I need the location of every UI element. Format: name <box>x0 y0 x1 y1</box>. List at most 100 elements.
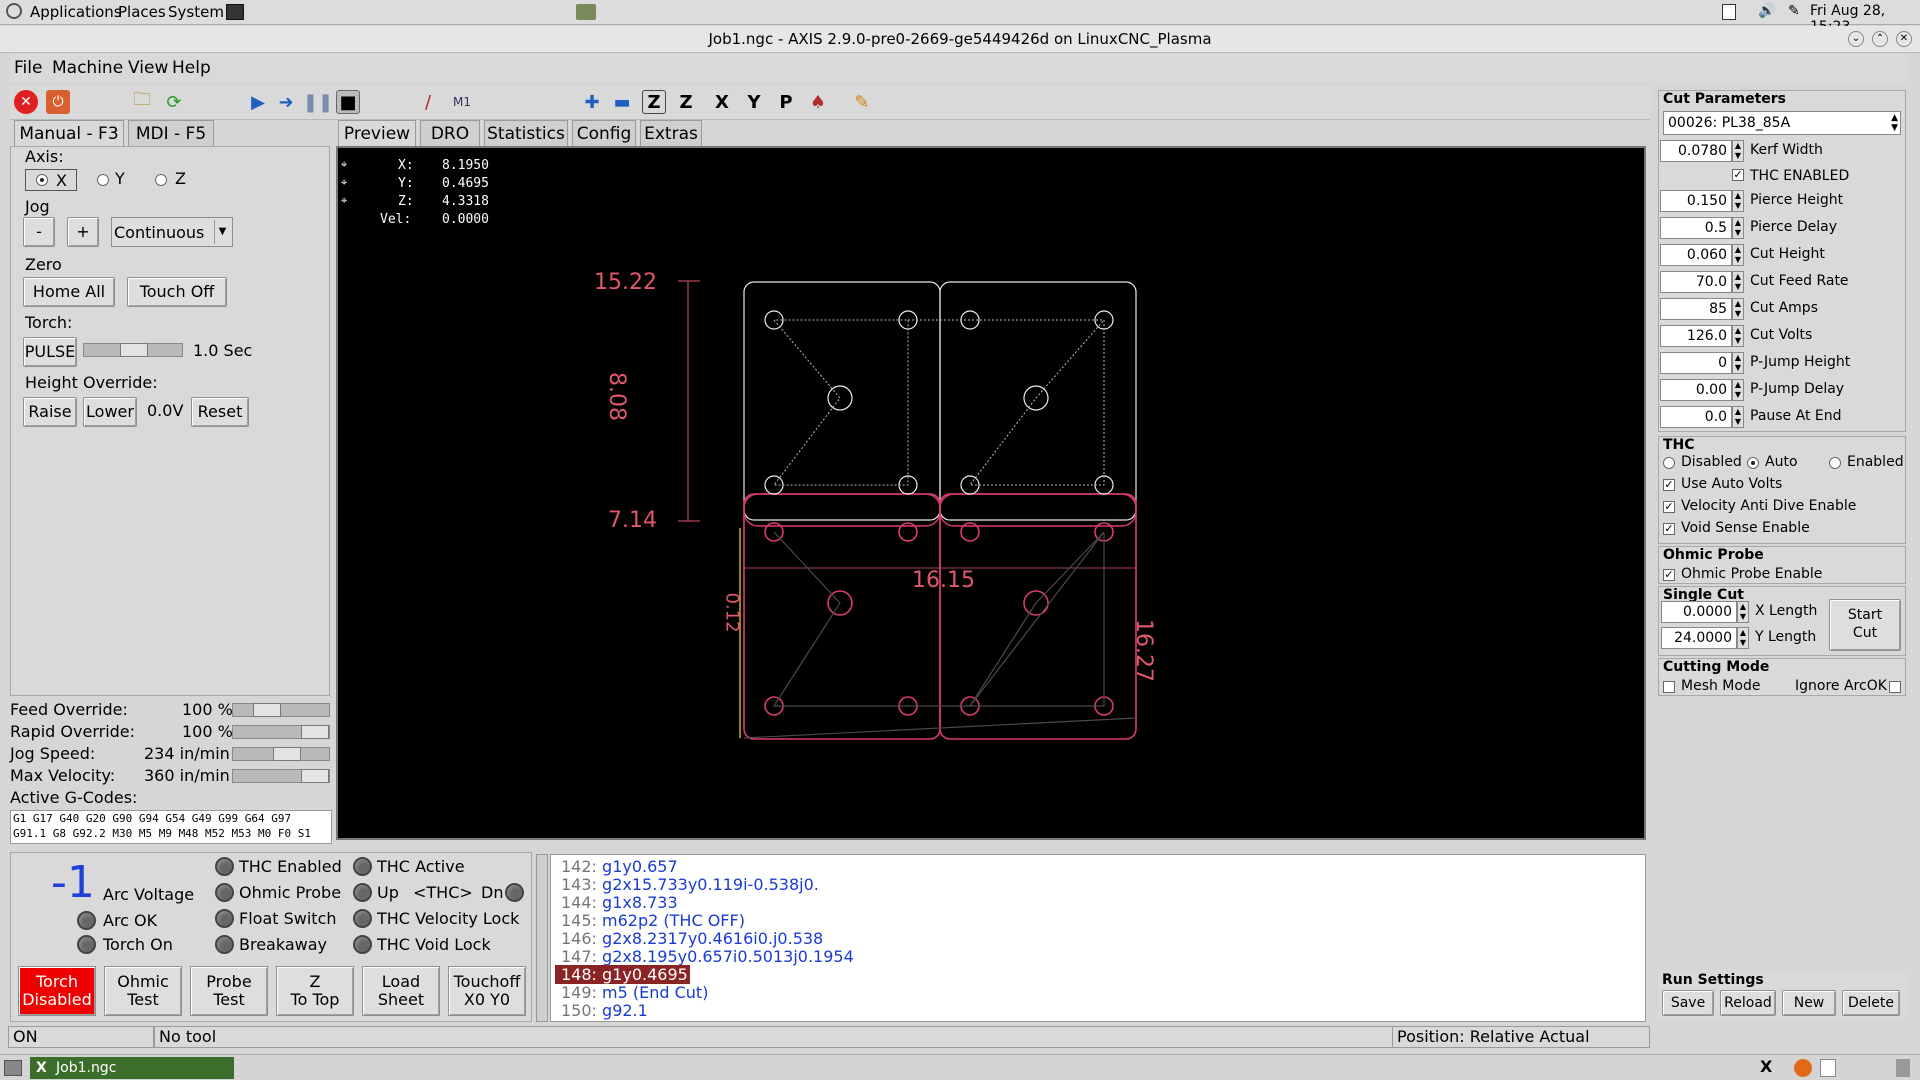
menu-machine[interactable]: Machine <box>52 58 123 78</box>
view-y-icon[interactable]: Y <box>742 90 766 114</box>
step-icon[interactable]: ➜ <box>274 90 298 114</box>
lower-button[interactable]: Lower <box>83 397 137 427</box>
thc-enabled-checkbox[interactable]: ✓ <box>1732 169 1744 181</box>
firefox-icon[interactable] <box>1794 1059 1812 1077</box>
new-button[interactable]: New <box>1782 990 1836 1016</box>
pjump-delay-input[interactable]: 0.00 <box>1660 379 1732 401</box>
jog-plus-button[interactable]: + <box>67 217 99 247</box>
network-icon[interactable]: ✎ <box>1788 3 1800 19</box>
thc-auto-radio[interactable] <box>1747 457 1759 469</box>
zoom-in-icon[interactable]: ✚ <box>580 90 604 114</box>
material-select[interactable]: 00026: PL38_85A ▲ ▼ <box>1663 111 1901 135</box>
run-icon[interactable]: ▶ <box>246 90 270 114</box>
jog-speed-slider[interactable] <box>232 747 330 761</box>
places-menu[interactable]: Places <box>118 3 166 21</box>
gcode-line[interactable]: 144: g1x8.733 <box>561 893 678 912</box>
kerf-width-input[interactable]: 0.0780 <box>1660 140 1732 162</box>
view-p-icon[interactable]: P <box>774 90 798 114</box>
kerf-width-spinner[interactable]: ▲ ▼ <box>1732 140 1744 162</box>
estop-icon[interactable]: ✕ <box>14 90 38 114</box>
rotate-view-icon[interactable]: ♠ <box>806 90 830 114</box>
torch-disabled-button[interactable]: Torch Disabled <box>18 966 96 1016</box>
axis-y-radio[interactable] <box>97 174 109 186</box>
system-menu[interactable]: System <box>168 3 224 21</box>
trash-icon[interactable] <box>1896 1059 1910 1077</box>
start-cut-button[interactable]: Start Cut <box>1829 599 1901 651</box>
tab-extras[interactable]: Extras <box>640 120 702 146</box>
reset-button[interactable]: Reset <box>191 397 249 427</box>
pjump-height-input[interactable]: 0 <box>1660 352 1732 374</box>
pulse-time-slider[interactable] <box>83 343 183 357</box>
tab-dro[interactable]: DRO <box>420 120 480 146</box>
z-to-top-button[interactable]: Z To Top <box>276 966 354 1016</box>
pause-at-end-input[interactable]: 0.0 <box>1660 406 1732 428</box>
terminal-icon[interactable] <box>226 4 244 20</box>
tray-icon[interactable] <box>1722 4 1736 20</box>
probe-test-button[interactable]: Probe Test <box>190 966 268 1016</box>
pierce-delay-input[interactable]: 0.5 <box>1660 217 1732 239</box>
gcode-listing[interactable]: 142: g1y0.657 143: g2x15.733y0.119i-0.538… <box>550 854 1646 1022</box>
cut-height-input[interactable]: 0.060 <box>1660 244 1732 266</box>
maximize-icon[interactable]: ⌃ <box>1872 31 1888 47</box>
y-length-input[interactable]: 24.0000 <box>1661 627 1737 649</box>
pierce-height-spinner[interactable]: ▲ ▼ <box>1732 190 1744 212</box>
close-window-icon[interactable]: ✕ <box>1896 31 1912 47</box>
pjump-height-spinner[interactable]: ▲ ▼ <box>1732 352 1744 374</box>
editor-icon[interactable] <box>1820 1059 1836 1077</box>
optional-stop-icon[interactable]: M1 <box>450 90 474 114</box>
cut-amps-input[interactable]: 85 <box>1660 298 1732 320</box>
gcode-line[interactable]: 148: g1y0.4695 <box>555 965 690 984</box>
save-button[interactable]: Save <box>1662 990 1714 1016</box>
ohmic-enable-checkbox[interactable]: ✓ <box>1663 569 1675 581</box>
pjump-delay-spinner[interactable]: ▲ ▼ <box>1732 379 1744 401</box>
view-z-icon[interactable]: Z <box>642 90 666 114</box>
y-length-spinner[interactable]: ▲ ▼ <box>1737 627 1749 649</box>
jog-minus-button[interactable]: - <box>23 217 55 247</box>
max-velocity-slider[interactable] <box>232 769 330 783</box>
menu-help[interactable]: Help <box>172 58 211 78</box>
preview-canvas[interactable]: ⌖ ⌖ ⌖ X: 8.1950 Y: 0.4695 Z: 4.3318 Vel:… <box>336 146 1646 840</box>
block-delete-icon[interactable]: / <box>416 90 440 114</box>
vad-checkbox[interactable]: ✓ <box>1663 501 1675 513</box>
cut-volts-spinner[interactable]: ▲ ▼ <box>1732 325 1744 347</box>
cut-feed-rate-spinner[interactable]: ▲ ▼ <box>1732 271 1744 293</box>
cut-volts-input[interactable]: 126.0 <box>1660 325 1732 347</box>
x-app-icon[interactable]: X <box>1760 1057 1772 1076</box>
gcode-line[interactable]: 146: g2x8.2317y0.4616i0.j0.538 <box>561 929 823 948</box>
reload-icon[interactable]: ⟳ <box>162 90 186 114</box>
tab-manual[interactable]: Manual - F3 <box>14 120 124 146</box>
menu-file[interactable]: File <box>14 58 42 78</box>
applications-menu[interactable]: Applications <box>30 3 122 21</box>
gcode-line[interactable]: 147: g2x8.195y0.657i0.5013j0.1954 <box>561 947 854 966</box>
folder-icon[interactable] <box>576 4 596 20</box>
cut-amps-spinner[interactable]: ▲ ▼ <box>1732 298 1744 320</box>
cut-height-spinner[interactable]: ▲ ▼ <box>1732 244 1744 266</box>
x-length-spinner[interactable]: ▲ ▼ <box>1737 601 1749 623</box>
machine-power-icon[interactable]: ⏻ <box>46 90 70 114</box>
thc-disabled-radio[interactable] <box>1663 457 1675 469</box>
rapid-override-slider[interactable] <box>232 725 330 739</box>
axis-z-radio[interactable] <box>155 174 167 186</box>
zoom-out-icon[interactable]: ▬ <box>610 90 634 114</box>
delete-button[interactable]: Delete <box>1842 990 1900 1016</box>
view-x-icon[interactable]: X <box>710 90 734 114</box>
touch-off-button[interactable]: Touch Off <box>127 277 227 307</box>
slider-knob[interactable] <box>273 747 301 761</box>
jog-mode-select[interactable]: Continuous ▼ <box>111 217 233 247</box>
tab-config[interactable]: Config <box>572 120 636 146</box>
pause-at-end-spinner[interactable]: ▲ ▼ <box>1732 406 1744 428</box>
show-desktop-icon[interactable] <box>4 1060 22 1076</box>
pulse-button[interactable]: PULSE <box>23 337 77 367</box>
gcode-line[interactable]: 145: m62p2 (THC OFF) <box>561 911 745 930</box>
tab-preview[interactable]: Preview <box>338 120 416 146</box>
minimize-icon[interactable]: ⌄ <box>1848 31 1864 47</box>
reload-button[interactable]: Reload <box>1720 990 1776 1016</box>
tab-statistics[interactable]: Statistics <box>484 120 568 146</box>
gcode-line[interactable]: 150: g92.1 <box>561 1001 648 1020</box>
home-all-button[interactable]: Home All <box>23 277 115 307</box>
gcode-line[interactable]: 149: m5 (End Cut) <box>561 983 708 1002</box>
touchoff-button[interactable]: Touchoff X0 Y0 <box>448 966 526 1016</box>
pierce-height-input[interactable]: 0.150 <box>1660 190 1732 212</box>
view-z2-icon[interactable]: Z <box>674 90 698 114</box>
ignore-arcok-checkbox[interactable] <box>1889 681 1901 693</box>
